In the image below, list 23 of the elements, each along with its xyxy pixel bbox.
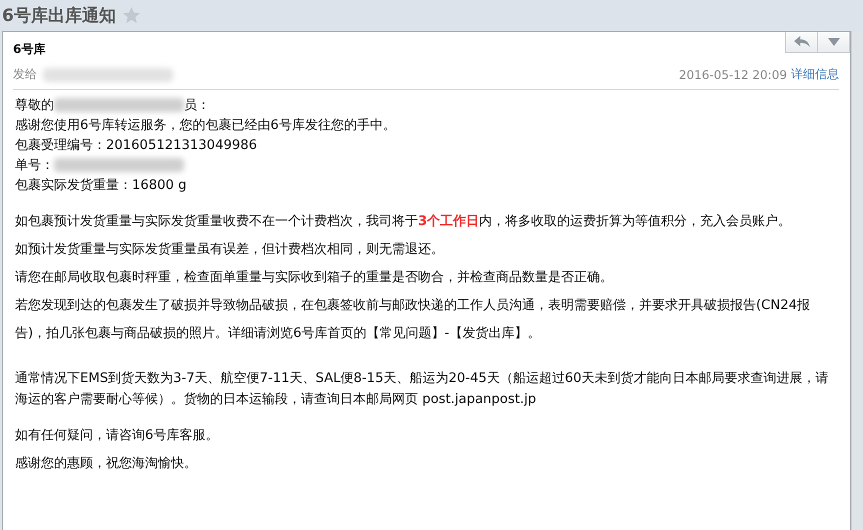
body-paragraph: 感谢您使用6号库转运服务，您的包裹已经由6号库发往您的手中。 <box>15 118 396 133</box>
reply-icon <box>792 35 810 49</box>
body-text: 尊敬的 <box>15 98 54 113</box>
reply-button[interactable] <box>785 32 818 53</box>
email-subject: 6号库出库通知 <box>2 5 116 27</box>
body-paragraph: 包裹受理编号：201605121313049986 <box>15 138 258 153</box>
body-text: 员： <box>184 98 210 113</box>
body-paragraph: 如有任何疑问，请咨询6号库客服。 <box>15 428 218 443</box>
star-icon[interactable] <box>122 6 141 25</box>
date-text: 2016-05-12 20:09 <box>678 68 787 82</box>
body-paragraph: 感谢您的惠顾，祝您海淘愉快。 <box>15 456 197 471</box>
body-paragraph: 请您在邮局收取包裹时秤重，检查面单重量与实际收到箱子的重量是否吻合，并检查商品数量是否正确。 <box>15 270 613 285</box>
recipient-label: 发给 <box>13 66 37 83</box>
body-paragraph: 若您发现到达的包裹发生了破损并导致物品破损，在包裹签收前与邮政快递的工作人员沟通，表明需要赔偿，并要求开具破损报告(CN24报告)，拍几张包裹与商品破损的照片。详细请浏览6号库首页的【常见问题】-【发货出库】。 <box>15 298 810 341</box>
body-paragraph: 包裹实际发货重量：16800 g <box>15 178 187 193</box>
body-text: 单号： <box>15 158 54 173</box>
sender-name: 6号库 <box>13 41 46 58</box>
details-link[interactable]: 详细信息 <box>791 66 839 83</box>
more-button[interactable] <box>817 32 850 53</box>
body-paragraph: 如包裹预计发货重量与实际发货重量收费不在一个计费档次，我司将于3个工作日内，将多收取的运费折算为等值积分，充入会员账户。 <box>15 214 792 229</box>
dropdown-caret-icon <box>828 38 840 46</box>
body-paragraph: 通常情况下EMS到货天数为3-7天、航空便7-11天、SAL便8-15天、船运为20-45天（船运超过60天未到货才能向日本邮局要求查询进展，请海运的客户需要耐心等候）。货物的日本运输段，请查询日本邮局网页 post.japanpost.jp <box>15 371 829 407</box>
body-paragraph: 如预计发货重量与实际发货重量虽有误差，但计费档次相同，则无需退还。 <box>15 242 444 257</box>
